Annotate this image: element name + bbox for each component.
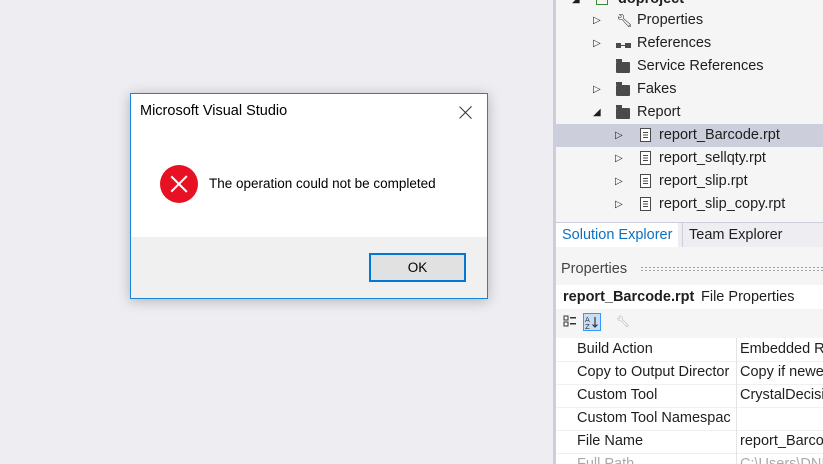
report-file-icon	[640, 174, 651, 188]
property-row[interactable]: Build Action Embedded R	[556, 338, 823, 362]
property-value[interactable]: C:\Users\DNI	[740, 453, 823, 464]
folder-icon	[616, 82, 630, 96]
grid-separator	[736, 384, 737, 407]
dialog-title: Microsoft Visual Studio	[140, 103, 288, 119]
property-value[interactable]: Copy if newe	[740, 361, 823, 384]
report-file-icon	[640, 128, 651, 142]
property-name: File Name	[577, 433, 644, 449]
expand-triangle-icon[interactable]: ▷	[615, 170, 623, 193]
property-name: Build Action	[577, 341, 653, 357]
grid-separator	[736, 407, 737, 430]
property-name: Full Path	[577, 456, 635, 464]
properties-toolbar: AZ 🔧︎	[556, 310, 823, 335]
grid-separator	[736, 361, 737, 384]
property-name: Copy to Output Director	[577, 364, 730, 380]
expand-triangle-icon[interactable]: ▷	[615, 147, 623, 170]
references-icon	[616, 37, 631, 50]
expand-triangle-icon[interactable]: ▷	[615, 124, 623, 147]
tab-team-explorer[interactable]: Team Explorer	[682, 223, 788, 247]
report-file-icon	[640, 197, 651, 211]
collapse-triangle-icon[interactable]: ◢	[593, 101, 601, 124]
expand-triangle-icon[interactable]: ▷	[615, 193, 623, 216]
report-file-icon	[640, 151, 651, 165]
folder-open-icon	[616, 105, 630, 119]
tree-item-report-sellqty[interactable]: ▷ report_sellqty.rpt	[556, 147, 823, 170]
error-dialog: Microsoft Visual Studio The operation co…	[130, 93, 488, 299]
svg-text:Z: Z	[585, 323, 590, 330]
alphabetical-sort-icon[interactable]: AZ	[583, 313, 601, 331]
tree-item-label: Service References	[637, 58, 764, 74]
ok-button[interactable]: OK	[369, 253, 466, 282]
wrench-icon: 🔧︎	[616, 13, 633, 28]
tree-item-label: Properties	[637, 12, 704, 28]
property-value[interactable]: CrystalDecisi	[740, 384, 823, 407]
property-row[interactable]: Copy to Output Director Copy if newe	[556, 361, 823, 385]
property-name: Custom Tool	[577, 387, 658, 403]
properties-grid: Build Action Embedded R Copy to Output D…	[556, 338, 823, 464]
properties-title: Properties	[561, 261, 628, 277]
selected-object-name: report_Barcode.rpt	[563, 289, 695, 305]
property-value[interactable]: report_Barco	[740, 430, 823, 453]
grid-separator	[736, 453, 737, 464]
close-icon[interactable]	[455, 102, 477, 124]
expand-triangle-icon[interactable]: ▷	[593, 32, 601, 55]
panel-tab-strip: Solution Explorer Team Explorer	[556, 222, 823, 247]
tree-item-service-references[interactable]: Service References	[556, 55, 823, 78]
tree-item-label: Fakes	[637, 81, 677, 97]
expand-triangle-icon[interactable]: ▷	[593, 78, 601, 101]
tree-item-report[interactable]: ◢ Report	[556, 101, 823, 124]
solution-explorer-tree: ◢ doproject ▷ 🔧︎ Properties ▷ References…	[556, 0, 823, 220]
property-row[interactable]: File Name report_Barco	[556, 430, 823, 454]
tree-item-references[interactable]: ▷ References	[556, 32, 823, 55]
tab-solution-explorer[interactable]: Solution Explorer	[556, 223, 679, 247]
property-name: Custom Tool Namespac	[577, 410, 731, 426]
tree-item-label: report_Barcode.rpt	[659, 127, 780, 143]
dialog-message: The operation could not be completed	[209, 176, 436, 191]
property-pages-wrench-icon[interactable]: 🔧︎	[614, 313, 632, 331]
tree-item-label: References	[637, 35, 712, 51]
property-row[interactable]: Full Path C:\Users\DNI	[556, 453, 823, 464]
grip-dots[interactable]	[640, 266, 823, 272]
tree-item-label: Report	[637, 104, 681, 120]
expand-triangle-icon[interactable]: ▷	[593, 9, 601, 32]
properties-object-selector[interactable]: report_Barcode.rpt File Properties	[556, 285, 823, 309]
property-value[interactable]: Embedded R	[740, 338, 823, 361]
properties-title-bar: Properties	[556, 258, 823, 280]
grid-separator	[736, 338, 737, 361]
tree-item-label: report_slip_copy.rpt	[659, 196, 786, 212]
csharp-project-icon	[596, 0, 608, 5]
property-row[interactable]: Custom Tool Namespac	[556, 407, 823, 431]
tree-item-fakes[interactable]: ▷ Fakes	[556, 78, 823, 101]
tree-item-properties[interactable]: ▷ 🔧︎ Properties	[556, 9, 823, 32]
grid-separator	[736, 430, 737, 453]
folder-icon	[616, 59, 630, 73]
tree-item-label: report_sellqty.rpt	[659, 150, 766, 166]
error-icon	[160, 165, 198, 203]
selected-object-type: File Properties	[701, 289, 795, 305]
dialog-button-bar: OK	[131, 237, 487, 298]
tree-item-report-slip[interactable]: ▷ report_slip.rpt	[556, 170, 823, 193]
right-tool-panel: ◢ doproject ▷ 🔧︎ Properties ▷ References…	[556, 0, 823, 464]
property-row[interactable]: Custom Tool CrystalDecisi	[556, 384, 823, 408]
tree-item-report-slip-copy[interactable]: ▷ report_slip_copy.rpt	[556, 193, 823, 216]
tree-item-report-barcode[interactable]: ▷ report_Barcode.rpt	[556, 124, 823, 147]
categorized-icon[interactable]	[561, 313, 579, 331]
tree-item-label: report_slip.rpt	[659, 173, 748, 189]
